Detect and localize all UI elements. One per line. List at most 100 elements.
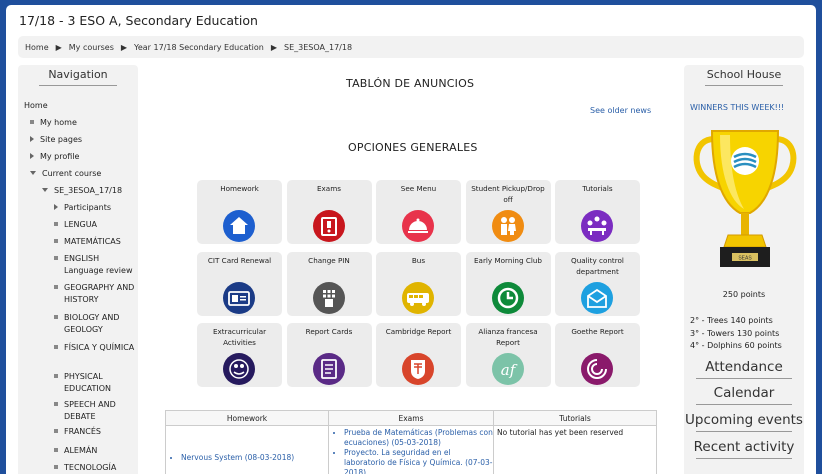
recent-activity-link[interactable]: Recent activity xyxy=(684,439,804,455)
bullet-icon xyxy=(54,221,58,226)
nav-item[interactable]: FÍSICA Y QUÍMICA xyxy=(54,342,134,354)
bullet-icon xyxy=(54,314,58,319)
option-tile-label: Bus xyxy=(411,255,426,265)
collapsed-arrow-icon xyxy=(30,152,34,159)
nav-item-label: PHYSICAL EDUCATION xyxy=(64,372,112,393)
option-tile-quality-control-department[interactable]: Quality control department xyxy=(555,251,640,316)
bullet-icon xyxy=(54,255,58,260)
bus-icon xyxy=(402,281,434,314)
upcoming-events-link[interactable]: Upcoming events xyxy=(684,412,804,428)
bullet-icon xyxy=(54,401,58,406)
older-news-link[interactable]: See older news xyxy=(590,106,651,115)
tutorials-header: Tutorials xyxy=(494,411,656,426)
option-tile-goethe-report[interactable]: Goethe Report xyxy=(555,323,640,387)
breadcrumb-course[interactable]: SE_3ESOA_17/18 xyxy=(284,43,352,52)
page-container: 17/18 - 3 ESO A, Secondary Education Hom… xyxy=(6,5,816,474)
breadcrumb-separator-icon: ▶ xyxy=(55,42,62,52)
option-tile-report-cards[interactable]: Report Cards xyxy=(286,323,372,387)
bullet-icon xyxy=(54,428,58,433)
option-tile-cit-card-renewal[interactable]: CIT Card Renewal xyxy=(197,251,282,316)
breadcrumb-home[interactable]: Home xyxy=(25,43,49,52)
nav-item[interactable]: TECNOLOGÍA xyxy=(54,462,116,474)
option-tile-label: Report Cards xyxy=(305,327,353,336)
calendar-link[interactable]: Calendar xyxy=(684,385,804,401)
nav-item[interactable]: MATEMÁTICAS xyxy=(54,236,121,248)
attendance-divider xyxy=(696,378,792,379)
option-tile-label: Exams xyxy=(317,184,341,193)
breadcrumb: Home ▶ My courses ▶ Year 17/18 Secondary… xyxy=(18,36,804,58)
breadcrumb-my-courses[interactable]: My courses xyxy=(69,43,114,52)
home-icon xyxy=(223,210,255,242)
nav-item[interactable]: Home xyxy=(24,100,48,112)
option-tile-label: Homework xyxy=(220,184,259,193)
announcements-title: TABLÓN DE ANUNCIOS xyxy=(346,77,475,90)
report-icon xyxy=(312,353,345,385)
nav-item-label: Current course xyxy=(42,169,102,178)
exam-item-link[interactable]: Prueba de Matemáticas (Problemas con ecu… xyxy=(344,428,493,448)
exams-header: Exams xyxy=(329,411,494,426)
nav-item[interactable]: SPEECH AND DEBATE xyxy=(54,399,138,423)
option-tile-label: Extracurricular Activities xyxy=(212,327,267,347)
bullet-icon xyxy=(54,464,58,469)
option-tile-bus[interactable]: Bus xyxy=(376,251,461,316)
children-icon xyxy=(491,210,524,242)
nav-item-label: ALEMÁN xyxy=(64,446,98,455)
clock-icon xyxy=(491,281,524,314)
exam-item-link[interactable]: Proyecto. La seguridad en el laboratorio… xyxy=(344,448,493,474)
page-title: 17/18 - 3 ESO A, Secondary Education xyxy=(19,13,258,28)
nav-item[interactable]: ENGLISH Language review xyxy=(54,253,138,277)
bullet-icon xyxy=(54,284,58,289)
option-tile-label: Quality control department xyxy=(571,255,624,276)
svg-text:af: af xyxy=(500,361,517,379)
rank-item: 2° - Trees 140 points xyxy=(690,316,773,325)
option-tile-cambridge-report[interactable]: Cambridge Report xyxy=(376,323,461,387)
option-tile-label: Tutorials xyxy=(582,184,613,193)
option-tile-label: Alianza francesa Report xyxy=(478,327,538,347)
option-tile-student-pickup-drop-off[interactable]: Student Pickup/Drop off xyxy=(465,180,551,244)
mail-icon xyxy=(581,281,613,314)
nav-item[interactable]: GEOGRAPHY AND HISTORY xyxy=(54,282,138,306)
nav-item[interactable]: My home xyxy=(30,117,77,129)
upcoming-events-divider xyxy=(696,431,792,432)
option-tile-early-morning-club[interactable]: Early Morning Club xyxy=(465,251,551,316)
option-tile-change-pin[interactable]: Change PIN xyxy=(286,251,372,316)
nav-item-label: ENGLISH Language review xyxy=(64,254,133,275)
navigation-block: Navigation Home My home Site pages My profi… xyxy=(18,65,138,474)
activities-icon xyxy=(223,353,255,385)
option-tile-exams[interactable]: Exams xyxy=(286,180,372,244)
nav-item[interactable]: My profile xyxy=(30,151,79,163)
nav-item-label: FRANCÉS xyxy=(64,427,102,436)
option-tile-label: Goethe Report xyxy=(571,327,624,336)
goethe-icon xyxy=(581,353,613,385)
option-tile-label: Early Morning Club xyxy=(474,255,542,265)
nav-item[interactable]: ALEMÁN xyxy=(54,445,97,457)
option-tile-see-menu[interactable]: See Menu xyxy=(376,180,461,244)
breadcrumb-separator-icon: ▶ xyxy=(270,42,278,52)
af-icon: af xyxy=(491,353,524,385)
breadcrumb-separator-icon: ▶ xyxy=(120,42,128,52)
house-ranking: 2° - Trees 140 points 3° - Towers 130 po… xyxy=(690,315,782,353)
option-tile-homework[interactable]: Homework xyxy=(197,180,282,244)
menu-tray-icon xyxy=(402,210,434,242)
nav-item[interactable]: BIOLOGY AND GEOLOGY xyxy=(54,312,138,336)
expanded-arrow-icon xyxy=(30,170,36,175)
nav-item[interactable]: PHYSICAL EDUCATION xyxy=(54,371,138,395)
school-house-title: School House xyxy=(706,68,782,81)
option-tile-label: See Menu xyxy=(400,184,437,193)
bullet-icon xyxy=(30,119,34,124)
option-tile-tutorials[interactable]: Tutorials xyxy=(555,180,640,244)
option-tile-label: CIT Card Renewal xyxy=(207,255,272,265)
nav-item[interactable]: FRANCÉS xyxy=(54,426,101,438)
nav-item[interactable]: LENGUA xyxy=(54,219,97,231)
nav-item[interactable]: Participants xyxy=(54,202,111,214)
attendance-link[interactable]: Attendance xyxy=(684,359,804,375)
homework-item-link[interactable]: Nervous System (08-03-2018) xyxy=(181,453,328,463)
option-tile-alianza-francesa-report[interactable]: Alianza francesa Report af xyxy=(465,323,551,387)
breadcrumb-year[interactable]: Year 17/18 Secondary Education xyxy=(134,43,264,52)
nav-item[interactable]: Current course xyxy=(30,168,101,180)
tutorials-cell: No tutorial has yet been reserved xyxy=(494,426,656,474)
nav-item[interactable]: Site pages xyxy=(30,134,82,146)
nav-item[interactable]: SE_3ESOA_17/18 xyxy=(42,185,122,197)
homework-header: Homework xyxy=(166,411,329,426)
option-tile-extracurricular-activities[interactable]: Extracurricular Activities xyxy=(197,323,282,387)
